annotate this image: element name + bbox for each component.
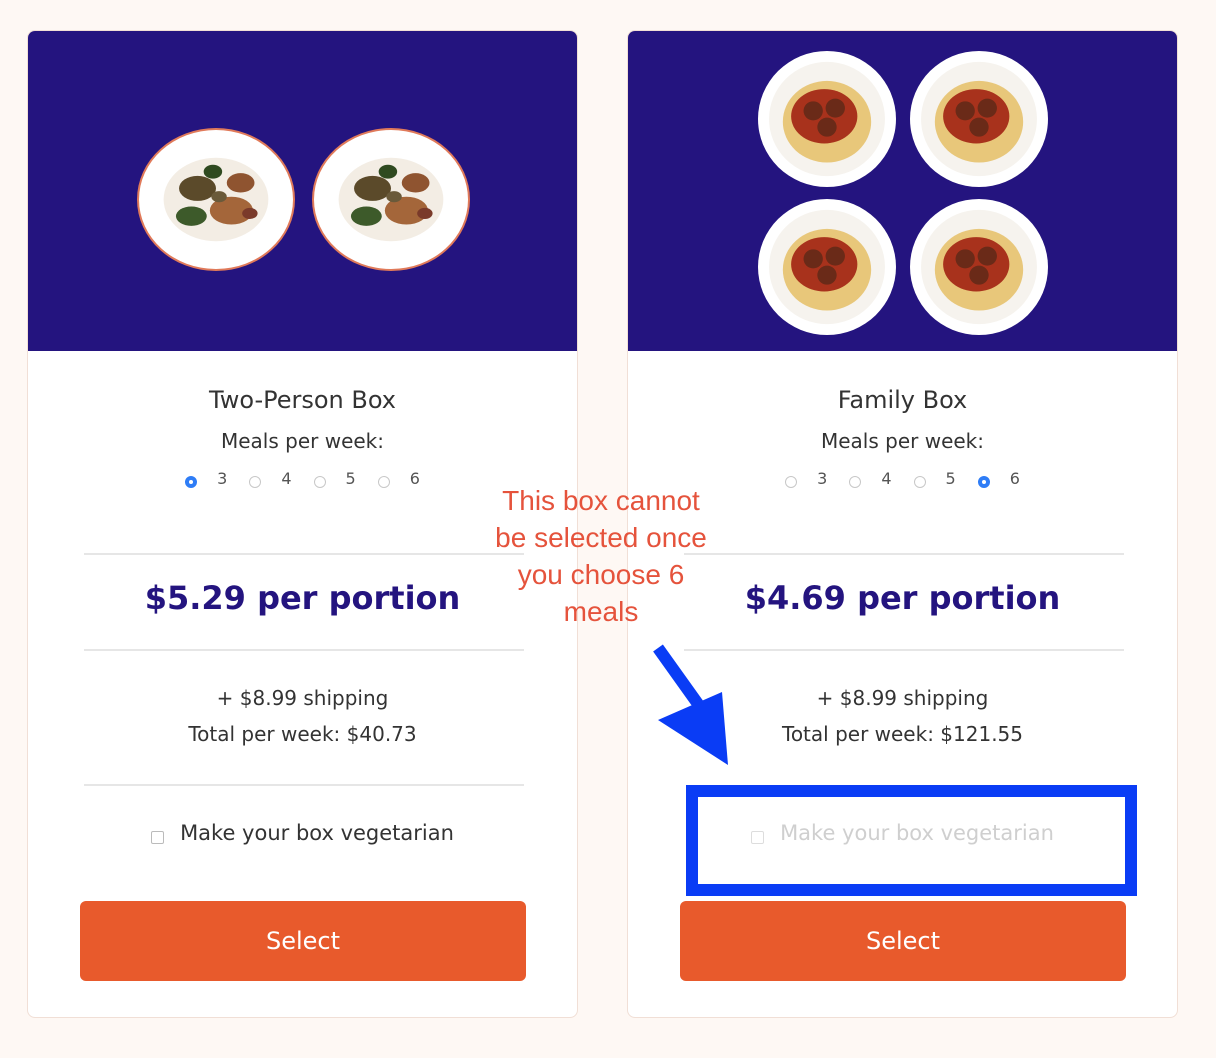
radio-button[interactable] [977, 475, 990, 488]
meal-option-6[interactable]: 6 [377, 469, 420, 488]
spaghetti-plate-image [910, 199, 1048, 335]
spaghetti-plate-image [758, 199, 896, 335]
chicken-plate-image [312, 128, 470, 271]
shipping-cost: + $8.99 shipping [216, 686, 389, 710]
box-title: Family Box [837, 386, 968, 414]
meal-option-4[interactable]: 4 [849, 469, 892, 488]
annotation-highlight-box [686, 785, 1137, 896]
radio-button[interactable] [377, 475, 390, 488]
hero-image-two-person [28, 31, 577, 351]
annotation-text: This box cannot be selected once you cho… [495, 485, 707, 627]
vegetarian-label: Make your box vegetarian [180, 821, 454, 845]
total-per-week: Total per week: $40.73 [188, 722, 417, 746]
divider [84, 649, 524, 651]
select-button[interactable]: Select [680, 901, 1126, 981]
spaghetti-plate-image [910, 51, 1048, 187]
radio-button[interactable] [313, 475, 326, 488]
vegetarian-option[interactable]: Make your box vegetarian [28, 821, 577, 845]
meal-option-6[interactable]: 6 [977, 469, 1020, 488]
box-title: Two-Person Box [209, 386, 396, 414]
meals-per-week-label: Meals per week: [820, 429, 985, 453]
radio-button[interactable] [185, 475, 198, 488]
divider [84, 553, 524, 555]
meal-option-4[interactable]: 4 [249, 469, 292, 488]
meal-option-5[interactable]: 5 [313, 469, 356, 488]
select-button[interactable]: Select [80, 901, 526, 981]
radio-button[interactable] [849, 475, 862, 488]
radio-button[interactable] [785, 475, 798, 488]
divider [684, 553, 1124, 555]
spaghetti-plate-image [758, 51, 896, 187]
divider [84, 784, 524, 786]
annotation-arrow-icon [653, 644, 728, 765]
divider [684, 649, 1124, 651]
chicken-plate-image [137, 128, 295, 271]
radio-button[interactable] [913, 475, 926, 488]
vegetarian-checkbox[interactable] [151, 830, 165, 844]
meal-option-5[interactable]: 5 [913, 469, 956, 488]
radio-button[interactable] [249, 475, 262, 488]
hero-image-family [628, 31, 1177, 351]
meal-option-3[interactable]: 3 [785, 469, 827, 488]
meal-option-3[interactable]: 3 [185, 469, 227, 488]
meals-per-week-label: Meals per week: [220, 429, 385, 453]
